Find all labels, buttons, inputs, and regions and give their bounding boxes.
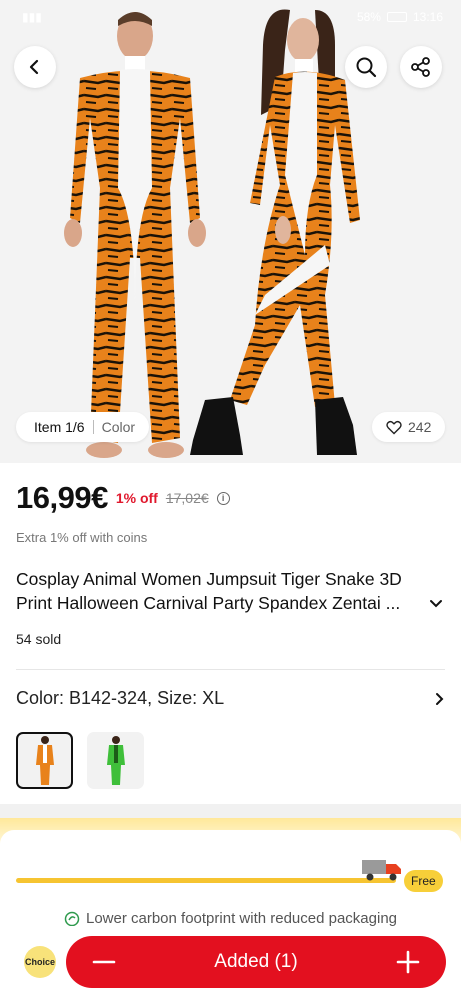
product-title[interactable]: Cosplay Animal Women Jumpsuit Tiger Snak…	[16, 567, 446, 615]
plus-icon[interactable]	[396, 950, 420, 974]
discount-badge: 1% off	[115, 490, 158, 506]
free-shipping-progress	[16, 878, 396, 883]
eco-message: Lower carbon footprint with reduced pack…	[0, 910, 461, 927]
status-bar: ▮▮▮ 58% 13:16	[0, 0, 461, 34]
back-icon	[29, 59, 39, 75]
product-image-gallery[interactable]: Item 1/6 Color 242	[0, 0, 461, 463]
image-tab-pill[interactable]: Item 1/6 Color	[16, 412, 150, 442]
product-title-line-1: Cosplay Animal Women Jumpsuit Tiger Snak…	[16, 569, 402, 589]
shipping-card[interactable]: Free Lower carbon footprint with reduced…	[0, 818, 461, 950]
color-option-tiger[interactable]	[16, 732, 73, 789]
wishlist-button[interactable]: 242	[372, 412, 446, 442]
back-button[interactable]	[14, 46, 56, 88]
current-price: 16,99€	[16, 480, 108, 515]
tiger-jumpsuit-thumbnail	[35, 735, 54, 785]
price-row: 16,99€ 1% off 17,02€ i	[16, 480, 230, 516]
pill-divider	[92, 420, 94, 434]
signal-icon: ▮▮▮	[22, 10, 42, 24]
original-price: 17,02€	[165, 490, 209, 506]
product-title-line-2: Print Halloween Carnival Party Spandex Z…	[16, 593, 401, 613]
heart-icon	[386, 420, 402, 434]
added-to-cart-label[interactable]: Added (1)	[214, 951, 297, 973]
color-option-snake[interactable]	[87, 732, 144, 789]
eco-text: Lower carbon footprint with reduced pack…	[85, 910, 398, 927]
coins-offer: Extra 1% off with coins	[16, 530, 148, 545]
divider	[16, 669, 445, 670]
battery-level: 58%	[356, 10, 381, 24]
variant-selector[interactable]: Color: B142-324, Size: XL	[16, 688, 445, 709]
free-shipping-badge: Free	[404, 870, 443, 892]
variant-label: Color: B142-324, Size: XL	[16, 688, 225, 708]
snake-jumpsuit-thumbnail	[106, 735, 125, 785]
cart-quantity-control: Added (1)	[66, 936, 446, 988]
share-button[interactable]	[400, 46, 442, 88]
choice-badge[interactable]: Choice	[24, 946, 56, 978]
search-icon	[356, 57, 377, 78]
item-counter[interactable]: Item 1/6	[34, 419, 85, 435]
bottom-action-bar: Choice Added (1)	[0, 926, 461, 1000]
clock: 13:16	[412, 10, 443, 24]
color-thumbnails	[16, 732, 144, 789]
chevron-down-icon[interactable]	[429, 599, 443, 609]
color-tab[interactable]: Color	[102, 419, 135, 435]
info-icon[interactable]: i	[216, 491, 230, 505]
chevron-right-icon	[436, 692, 444, 705]
search-button[interactable]	[345, 46, 387, 88]
likes-count: 242	[408, 419, 432, 435]
battery-icon	[386, 12, 407, 22]
sold-count: 54 sold	[16, 631, 62, 647]
truck-icon	[362, 860, 401, 881]
minus-icon[interactable]	[92, 950, 116, 974]
section-separator	[0, 804, 461, 818]
eco-icon	[64, 911, 80, 926]
share-icon	[411, 57, 430, 77]
